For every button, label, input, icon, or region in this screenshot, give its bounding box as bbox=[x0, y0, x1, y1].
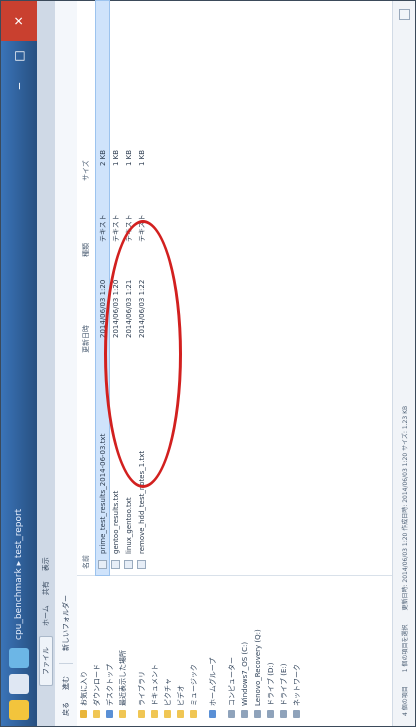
library-icon bbox=[138, 710, 145, 718]
text-file-icon bbox=[137, 560, 146, 569]
homegroup-icon bbox=[209, 710, 216, 718]
folder-icon[interactable] bbox=[9, 700, 29, 720]
sidebar-item[interactable]: ビデオ bbox=[174, 576, 187, 726]
sidebar-item-label: ダウンロード bbox=[92, 664, 101, 706]
sidebar-item-label: ライブラリ bbox=[137, 671, 146, 706]
back-button[interactable]: 戻る bbox=[61, 702, 71, 716]
sidebar-item-label: 最近表示した場所 bbox=[118, 650, 127, 706]
explorer-window: cpu_benchmark ▸ test_report ‒ □ ✕ ファイル ホ… bbox=[0, 0, 416, 727]
tab-home[interactable]: ホーム bbox=[41, 605, 51, 626]
documents-icon bbox=[151, 710, 158, 718]
tab-share[interactable]: 共有 bbox=[41, 581, 51, 595]
sidebar-item-label: Windows7_OS (C:) bbox=[240, 641, 249, 706]
sidebar-item-label: ドライブ (D:) bbox=[266, 662, 275, 706]
sidebar-item[interactable]: ピクチャ bbox=[161, 576, 174, 726]
sidebar-item[interactable]: 最近表示した場所 bbox=[116, 576, 129, 726]
file-type: テキスト bbox=[111, 214, 120, 242]
title-bar: cpu_benchmark ▸ test_report ‒ □ ✕ bbox=[1, 1, 37, 726]
text-file-icon bbox=[98, 560, 107, 569]
sidebar-item[interactable]: ライブラリ bbox=[135, 576, 148, 726]
videos-icon bbox=[177, 710, 184, 718]
sidebar-item[interactable]: お気に入り bbox=[77, 576, 90, 726]
taskbar-icons bbox=[9, 648, 29, 726]
recent-places-icon bbox=[119, 710, 126, 718]
sidebar-item-label: ビデオ bbox=[176, 685, 185, 706]
minimize-button[interactable]: ‒ bbox=[1, 71, 37, 101]
sidebar-item-label: ネットワーク bbox=[292, 664, 301, 706]
network-icon bbox=[293, 710, 300, 718]
sidebar-item-label: ピクチャ bbox=[163, 678, 172, 706]
drive-icon bbox=[267, 710, 274, 718]
sidebar-item[interactable]: Windows7_OS (C:) bbox=[238, 576, 251, 726]
drive-icon bbox=[241, 710, 248, 718]
new-folder-icon[interactable] bbox=[9, 648, 29, 668]
highlight-ellipse bbox=[104, 220, 182, 488]
navigation-pane: お気に入り ダウンロード デスクトップ 最近表示した場所 ライブラリ ドキュメント ピクチャ… bbox=[77, 575, 393, 726]
file-size: 1 KB bbox=[137, 149, 146, 166]
download-folder-icon bbox=[93, 710, 100, 718]
toolbar-divider bbox=[59, 663, 73, 664]
toolbar: 戻る 進む 新しいフォルダー bbox=[55, 1, 78, 726]
music-icon bbox=[190, 710, 197, 718]
star-icon bbox=[80, 710, 87, 718]
desktop-icon bbox=[106, 710, 113, 718]
sidebar-item-label: ドキュメント bbox=[150, 664, 159, 706]
column-date[interactable]: 更新日時 bbox=[81, 263, 91, 359]
sidebar-item-label: ミュージック bbox=[189, 664, 198, 706]
sidebar-item[interactable]: ホームグループ bbox=[206, 576, 219, 726]
column-size[interactable]: サイズ bbox=[81, 121, 91, 187]
sidebar-item[interactable]: ドライブ (E:) bbox=[277, 576, 290, 726]
sidebar-item[interactable]: ネットワーク bbox=[290, 576, 303, 726]
text-file-icon bbox=[111, 560, 120, 569]
details-view-icon[interactable] bbox=[398, 9, 410, 20]
sidebar-item-label: ホームグループ bbox=[208, 657, 217, 706]
window-title: cpu_benchmark ▸ test_report bbox=[14, 508, 24, 640]
drive-icon bbox=[280, 710, 287, 718]
sidebar-item[interactable]: ミュージック bbox=[187, 576, 200, 726]
file-size: 1 KB bbox=[111, 149, 120, 166]
window-frame: cpu_benchmark ▸ test_report ‒ □ ✕ ファイル ホ… bbox=[0, 0, 416, 727]
sidebar-item-label: デスクトップ bbox=[105, 664, 114, 706]
file-row[interactable]: prime_test_results_2014-06-03.txt 2014/06… bbox=[95, 0, 110, 620]
status-bar: 4 個の項目 1 個の項目を選択 更新日時: 2014/06/03 1:20 作… bbox=[392, 1, 415, 726]
text-file-icon bbox=[124, 560, 133, 569]
sidebar-item-label: お気に入り bbox=[79, 671, 88, 706]
new-folder-button[interactable]: 新しいフォルダー bbox=[61, 595, 71, 651]
maximize-button[interactable]: □ bbox=[1, 41, 37, 71]
close-button[interactable]: ✕ bbox=[1, 1, 37, 41]
sidebar-item-label: Lenovo_Recovery (Q:) bbox=[253, 629, 262, 706]
file-type: テキスト bbox=[98, 214, 107, 242]
sidebar-item[interactable]: ドライブ (D:) bbox=[264, 576, 277, 726]
sidebar-item[interactable]: Lenovo_Recovery (Q:) bbox=[251, 576, 264, 726]
selection-details: 更新日時: 2014/06/03 1:20 作成日時: 2014/06/03 1… bbox=[401, 405, 409, 611]
tab-file[interactable]: ファイル bbox=[39, 636, 53, 686]
drive-icon bbox=[254, 710, 261, 718]
item-count: 4 個の項目 bbox=[401, 686, 409, 716]
forward-button[interactable]: 進む bbox=[61, 676, 71, 690]
column-name[interactable]: 名前 bbox=[81, 359, 91, 575]
window-controls: ‒ □ ✕ bbox=[1, 1, 37, 101]
pictures-icon bbox=[164, 710, 171, 718]
ribbon-tabs: ファイル ホーム 共有 表示 bbox=[37, 1, 55, 726]
selection-count: 1 個の項目を選択 bbox=[401, 624, 409, 673]
sidebar-item[interactable]: ダウンロード bbox=[90, 576, 103, 726]
sidebar-item-label: ドライブ (E:) bbox=[279, 663, 288, 706]
column-type[interactable]: 種類 bbox=[81, 187, 91, 263]
file-size: 1 KB bbox=[124, 149, 133, 166]
tab-view[interactable]: 表示 bbox=[41, 557, 51, 571]
sidebar-item[interactable]: コンピューター bbox=[225, 576, 238, 726]
computer-icon bbox=[228, 710, 235, 718]
file-size: 2 KB bbox=[98, 149, 107, 166]
sidebar-item-label: コンピューター bbox=[227, 657, 236, 706]
column-headers: 名前 更新日時 種類 サイズ bbox=[77, 1, 96, 575]
sidebar-item[interactable]: ドキュメント bbox=[148, 576, 161, 726]
properties-icon[interactable] bbox=[9, 674, 29, 694]
sidebar-item[interactable]: デスクトップ bbox=[103, 576, 116, 726]
